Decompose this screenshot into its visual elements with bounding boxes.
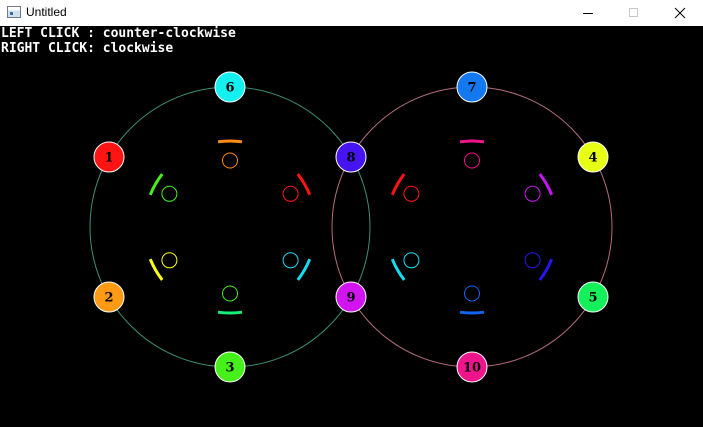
app-window: Untitled 1 2 3 4 5 6 7 8 9 10 LEFT CLICK : counte… <box>0 0 703 427</box>
right-ring[interactable] <box>331 86 613 368</box>
node-label-7: 7 <box>467 81 476 96</box>
node-label-10: 10 <box>463 361 481 376</box>
left-slot-arc-2 <box>296 173 312 196</box>
right-slot-arc-4 <box>459 310 485 315</box>
left-inner-circle-3 <box>282 252 299 269</box>
left-slot-arc-6 <box>148 173 164 196</box>
left-slot-arc-4 <box>217 310 243 315</box>
node-label-2: 2 <box>104 291 113 306</box>
instruction-right-click: RIGHT CLICK: clockwise <box>1 41 174 56</box>
app-icon <box>7 6 21 18</box>
node-label-5: 5 <box>588 291 597 306</box>
puzzle-board[interactable]: 1 2 3 4 5 6 7 8 9 10 <box>0 26 703 427</box>
right-inner-circle-5 <box>403 252 420 269</box>
left-inner-circle-1 <box>222 152 238 169</box>
left-ring[interactable] <box>89 86 371 368</box>
right-slot-arc-3 <box>538 258 554 281</box>
window-title: Untitled <box>26 5 67 19</box>
right-inner-circle-2 <box>524 185 541 202</box>
left-slot-arc-5 <box>148 258 164 281</box>
game-canvas[interactable]: 1 2 3 4 5 6 7 8 9 10 LEFT CLICK : counter-clockwi… <box>0 26 703 427</box>
maximize-button[interactable] <box>611 0 657 26</box>
left-inner-circle-2 <box>282 185 299 202</box>
close-icon <box>674 7 686 19</box>
right-inner-circle-1 <box>464 152 480 169</box>
right-inner-circle-3 <box>524 252 541 269</box>
left-inner-circle-4 <box>222 285 238 302</box>
node-label-4: 4 <box>588 151 597 166</box>
left-inner-circle-6 <box>161 185 178 202</box>
right-slot-arc-6 <box>390 173 406 196</box>
right-slot-arc-2 <box>538 173 554 196</box>
close-button[interactable] <box>657 0 703 26</box>
right-slot-arc-5 <box>390 258 406 281</box>
node-label-6: 6 <box>225 81 234 96</box>
right-inner-circle-6 <box>403 185 420 202</box>
minimize-icon <box>583 13 593 14</box>
node-label-1: 1 <box>104 151 113 166</box>
right-slot-arc-1 <box>459 139 485 144</box>
title-bar[interactable]: Untitled <box>0 0 703 26</box>
left-slot-arc-3 <box>296 258 312 281</box>
maximize-icon <box>629 8 638 17</box>
left-slot-arc-1 <box>217 139 243 144</box>
node-label-8: 8 <box>346 151 355 166</box>
right-inner-circle-4 <box>464 285 480 302</box>
instruction-left-click: LEFT CLICK : counter-clockwise <box>1 26 236 41</box>
left-inner-circle-5 <box>161 252 178 269</box>
minimize-button[interactable] <box>565 0 611 26</box>
node-label-9: 9 <box>346 291 355 306</box>
node-label-3: 3 <box>225 361 234 376</box>
